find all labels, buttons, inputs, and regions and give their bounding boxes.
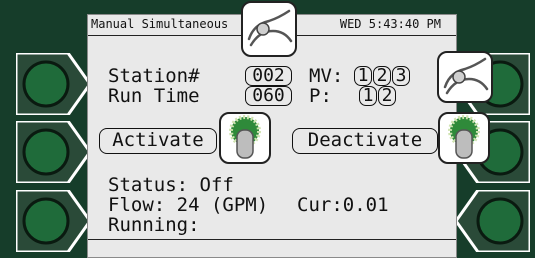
bottom-divider xyxy=(88,239,456,240)
left-key-middle[interactable] xyxy=(16,121,92,183)
swipe-hand-icon xyxy=(241,1,297,57)
pump-label: P: xyxy=(309,85,332,107)
press-finger-icon-right xyxy=(438,112,490,164)
station-label: Station# xyxy=(108,65,200,87)
deactivate-button[interactable]: Deactivate xyxy=(292,128,438,154)
left-key-bottom[interactable] xyxy=(16,190,92,252)
mv-2-toggle[interactable]: 2 xyxy=(373,66,391,86)
status-text: Status: Off xyxy=(108,174,234,196)
swipe-hand-icon-right xyxy=(437,51,493,103)
running-text: Running: xyxy=(108,214,200,236)
pump-2-toggle[interactable]: 2 xyxy=(378,86,396,106)
run-time-field[interactable]: 060 xyxy=(245,86,292,106)
current-text: Cur:0.01 xyxy=(297,194,389,216)
date-time: WED 5:43:40 PM xyxy=(339,17,441,31)
mv-3-toggle[interactable]: 3 xyxy=(392,66,410,86)
screen-title: Manual Simultaneous xyxy=(91,17,229,31)
press-finger-icon xyxy=(219,112,271,164)
station-number-field[interactable]: 002 xyxy=(245,66,292,86)
controller-bezel: Manual Simultaneous WED 5:43:40 PM Stati… xyxy=(0,0,535,258)
flow-text: Flow: 24 (GPM) xyxy=(108,194,269,216)
right-key-bottom[interactable] xyxy=(454,190,530,252)
activate-button[interactable]: Activate xyxy=(99,128,217,154)
run-time-label: Run Time xyxy=(108,85,200,107)
pump-1-toggle[interactable]: 1 xyxy=(359,86,377,106)
mv-1-toggle[interactable]: 1 xyxy=(354,66,372,86)
mv-label: MV: xyxy=(309,65,344,87)
left-key-top[interactable] xyxy=(16,53,92,115)
